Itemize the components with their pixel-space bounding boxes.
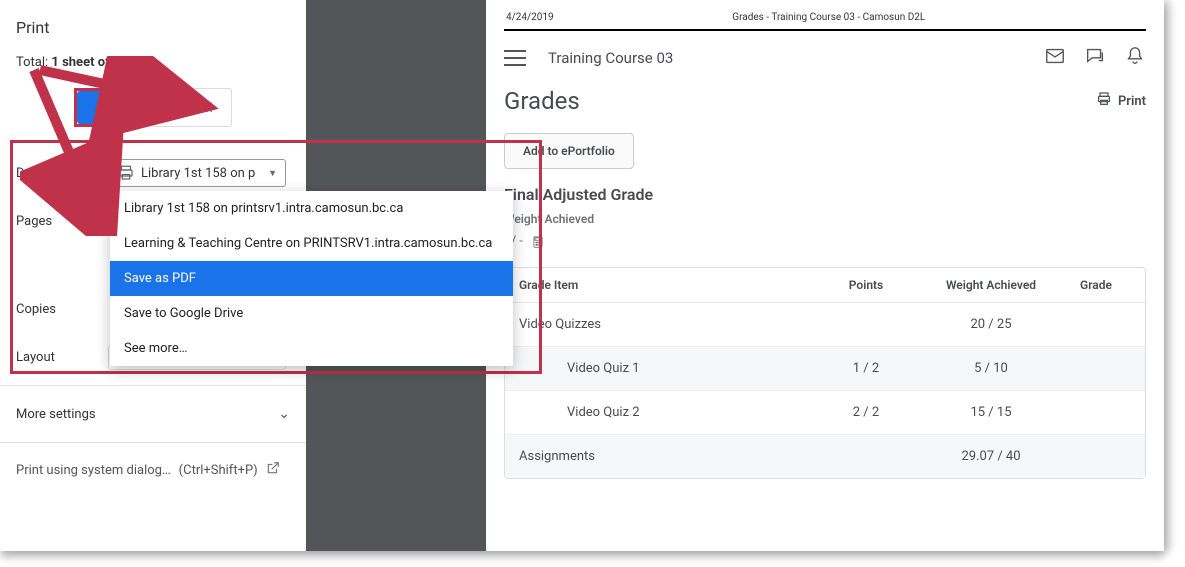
course-header: Training Course 03 — [504, 45, 1146, 71]
destination-value: Library 1st 158 on p — [141, 166, 264, 181]
grades-title: Grades — [504, 87, 580, 115]
destination-row: Destination Library 1st 158 on p ▼ — [16, 149, 290, 197]
table-row: Assignments 29.07 / 40 — [505, 435, 1145, 478]
chevron-down-icon: ▼ — [268, 168, 277, 179]
dropdown-item-printer1[interactable]: Library 1st 158 on printsrv1.intra.camos… — [110, 191, 513, 226]
print-title: Print — [16, 18, 290, 37]
calculator-icon — [531, 235, 545, 249]
print-button[interactable]: Print — [77, 91, 142, 124]
th-grade: Grade — [1061, 278, 1131, 292]
th-weight: Weight Achieved — [921, 278, 1061, 292]
table-row: Video Quiz 2 2 / 2 15 / 15 — [505, 391, 1145, 435]
cancel-button[interactable]: Cancel — [153, 88, 231, 127]
grades-table: Grade Item Points Weight Achieved Grade … — [504, 267, 1146, 479]
copies-label: Copies — [16, 302, 108, 317]
course-name: Training Course 03 — [548, 49, 673, 67]
top-icons — [1044, 45, 1146, 71]
preview-date: 4/24/2019 — [506, 12, 554, 23]
open-external-icon — [266, 461, 280, 479]
total-sheets: Total: 1 sheet of paper — [16, 55, 290, 70]
table-header: Grade Item Points Weight Achieved Grade — [505, 268, 1145, 303]
divider — [0, 442, 306, 443]
print-link[interactable]: Print — [1096, 91, 1146, 111]
pages-label: Pages — [16, 214, 108, 229]
dropdown-item-google-drive[interactable]: Save to Google Drive — [110, 296, 513, 331]
mail-icon[interactable] — [1044, 45, 1066, 71]
weight-achieved-value: - / - — [504, 234, 1146, 249]
destination-dropdown: Library 1st 158 on printsrv1.intra.camos… — [110, 191, 513, 366]
th-points: Points — [811, 278, 921, 292]
table-row: Video Quizzes 20 / 25 — [505, 303, 1145, 347]
divider — [0, 385, 306, 386]
bell-icon[interactable] — [1124, 45, 1146, 71]
preview-header: 4/24/2019 Grades - Training Course 03 - … — [504, 10, 1146, 29]
table-row: Video Quiz 1 1 / 2 5 / 10 — [505, 347, 1145, 391]
grades-header: Grades Print — [504, 87, 1146, 115]
system-dialog-link[interactable]: Print using system dialog… (Ctrl+Shift+P… — [16, 447, 290, 493]
chevron-down-icon: ⌄ — [278, 406, 290, 422]
dropdown-item-see-more[interactable]: See more… — [110, 331, 513, 366]
print-button-highlight: Print — [74, 88, 145, 127]
destination-select[interactable]: Library 1st 158 on p ▼ — [108, 159, 286, 187]
weight-achieved-label: Weight Achieved — [504, 212, 1146, 226]
chat-icon[interactable] — [1084, 45, 1106, 71]
final-adjusted-grade-title: Final Adjusted Grade — [504, 185, 1146, 204]
printer-icon — [117, 164, 135, 182]
printer-icon — [1096, 91, 1112, 111]
dropdown-item-save-pdf[interactable]: Save as PDF — [110, 261, 513, 296]
hamburger-menu-icon[interactable] — [504, 50, 526, 66]
button-row: Print Cancel — [16, 88, 290, 127]
preview-page-title: Grades - Training Course 03 - Camosun D2… — [732, 12, 925, 23]
dropdown-item-printer2[interactable]: Learning & Teaching Centre on PRINTSRV1.… — [110, 226, 513, 261]
preview-rule — [504, 29, 1146, 31]
print-preview: 4/24/2019 Grades - Training Course 03 - … — [486, 0, 1164, 551]
more-settings[interactable]: More settings ⌄ — [16, 390, 290, 438]
destination-label: Destination — [16, 166, 108, 181]
layout-label: Layout — [16, 350, 108, 365]
th-item: Grade Item — [519, 278, 811, 292]
add-to-eportfolio-button[interactable]: Add to ePortfolio — [504, 133, 634, 169]
